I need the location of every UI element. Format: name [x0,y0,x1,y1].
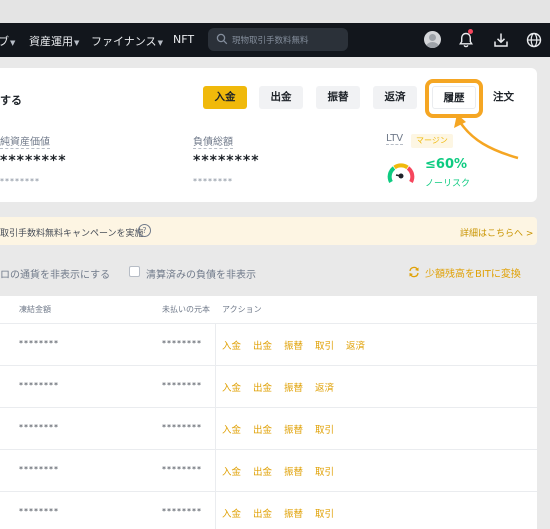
row-trade-link[interactable]: 取引 [315,506,334,520]
browser-top-strip [0,0,550,23]
row-transfer-link[interactable]: 振替 [284,422,303,436]
frozen-cell: ******** [19,465,59,474]
chevron-down-icon: ▼ [157,39,163,47]
row-withdraw-link[interactable]: 出金 [253,422,272,436]
nav-item-nft[interactable]: NFT [173,33,194,46]
frozen-cell: ******** [19,381,59,390]
row-repay-link[interactable]: 返済 [315,380,334,394]
row-deposit-link[interactable]: 入金 [222,338,241,352]
header-frozen: 凍結金額 [19,305,51,314]
transfer-button[interactable]: 振替 [316,86,360,109]
bell-icon[interactable] [457,31,475,49]
row-transfer-link[interactable]: 振替 [284,380,303,394]
row-deposit-link[interactable]: 入金 [222,422,241,436]
search-box[interactable]: 現物取引手数料無料 [208,28,348,51]
order-button[interactable]: 注文 [485,86,522,109]
margin-tag: マージン [411,134,453,148]
nav-item-asset-management[interactable]: 資産運用▼ [29,33,79,49]
convert-small-balance-link[interactable]: 少額残高をBITに変換 [425,265,521,280]
notification-dot [468,29,473,34]
withdraw-button[interactable]: 出金 [259,86,303,109]
chevron-down-icon: ▼ [10,39,16,47]
row-trade-link[interactable]: 取引 [315,422,334,436]
net-asset-sub: ******** [0,177,40,186]
download-icon[interactable] [492,31,510,49]
principal-cell: ******** [162,423,202,432]
row-repay-link[interactable]: 返済 [346,338,365,352]
principal-cell: ******** [162,381,202,390]
row-trade-link[interactable]: 取引 [315,338,334,352]
top-nav: ブ▼ 資産運用▼ ファイナンス▼ NFT 現物取引手数料無料 [0,23,550,57]
nav-item-finance[interactable]: ファイナンス▼ [91,33,163,49]
row-deposit-link[interactable]: 入金 [222,464,241,478]
frozen-cell: ******** [19,423,59,432]
repay-button[interactable]: 返済 [373,86,417,109]
chevron-down-icon: ▼ [74,39,80,47]
annotation-arrow [454,114,519,160]
search-placeholder: 現物取引手数料無料 [232,36,309,46]
banner-text: 取引手数料無料キャンペーンを実施 [0,229,144,239]
row-deposit-link[interactable]: 入金 [222,380,241,394]
net-asset-value: ******** [0,153,67,169]
total-debt-value: ******** [193,153,260,169]
risk-gauge-icon [387,163,415,183]
hide-repaid-checkbox[interactable] [129,266,140,277]
search-icon [216,33,228,45]
header-unpaid-principal: 未払いの元本 [162,305,210,314]
column-divider [215,323,216,529]
deposit-button[interactable]: 入金 [203,86,247,109]
row-withdraw-link[interactable]: 出金 [253,380,272,394]
frozen-cell: ******** [19,507,59,516]
avatar[interactable] [424,31,441,48]
row-transfer-link[interactable]: 振替 [284,464,303,478]
frozen-cell: ******** [19,339,59,348]
header-action: アクション [222,305,262,314]
risk-status: ノーリスク [425,179,471,189]
row-withdraw-link[interactable]: 出金 [253,338,272,352]
nav-item-partial[interactable]: ブ▼ [0,33,15,49]
principal-cell: ******** [162,339,202,348]
total-debt-sub: ******** [193,177,233,186]
hide-zero-balance-label[interactable]: ロの通貨を非表示にする [0,266,110,281]
row-transfer-link[interactable]: 振替 [284,506,303,520]
ltv-label: LTV [386,133,404,145]
row-deposit-link[interactable]: 入金 [222,506,241,520]
total-debt-label: 負債総額 [193,133,233,149]
principal-cell: ******** [162,465,202,474]
row-trade-link[interactable]: 取引 [315,464,334,478]
hide-repaid-label[interactable]: 清算済みの負債を非表示 [146,266,256,281]
net-asset-label: 純資産価値 [0,133,50,149]
row-withdraw-link[interactable]: 出金 [253,464,272,478]
banner-details-link[interactable]: 詳細はこちらへ > [460,226,533,239]
convert-icon [409,266,419,278]
principal-cell: ******** [162,507,202,516]
row-transfer-link[interactable]: 振替 [284,338,303,352]
card-title: する [0,94,22,107]
row-withdraw-link[interactable]: 出金 [253,506,272,520]
help-icon[interactable]: ? [138,224,151,237]
globe-icon[interactable] [525,31,543,49]
